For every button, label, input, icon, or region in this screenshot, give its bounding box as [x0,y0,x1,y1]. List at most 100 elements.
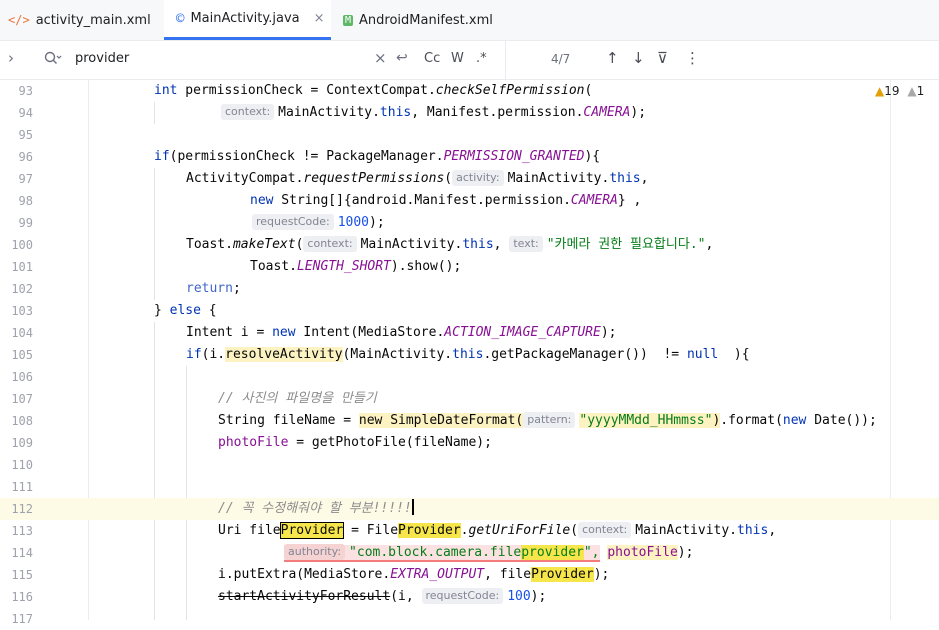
expand-replace-chevron-icon[interactable]: › [8,49,14,67]
code-line-103: 103 } else { [0,300,939,322]
search-input[interactable]: provider [75,51,129,66]
line-number: 100 [11,238,33,252]
line-number: 110 [11,458,33,472]
code-text: Intent i = new Intent(MediaStore.ACTION_… [186,325,617,340]
code-line-115: 115 i.putExtra(MediaStore.EXTRA_OUTPUT, … [0,564,939,586]
code-line-99: 99 requestCode: 1000); [0,212,939,234]
regex-toggle[interactable]: .* [476,51,487,66]
parameter-hint: requestCode: [421,588,504,604]
parameter-hint: authority: [284,544,346,560]
line-number: 111 [11,480,33,494]
tab-activity-main-xml[interactable]: </> activity_main.xml [8,0,151,40]
clear-search-icon[interactable]: × [374,49,387,67]
line-number: 114 [11,546,33,560]
search-icon[interactable] [44,51,62,69]
line-number: 113 [11,524,33,538]
parameter-hint: text: [509,236,543,252]
code-line-102: 102 return; [0,278,939,300]
next-occurrence-icon[interactable]: ↓ [632,49,645,67]
code-line-116: 116 startActivityForResult(i, requestCod… [0,586,939,608]
line-number: 105 [11,348,33,362]
parameter-hint: context: [578,522,632,538]
parameter-hint: pattern: [523,412,576,428]
xml-file-icon: </> [8,13,30,27]
code-comment: // 사진의 파일명을 만들기 [218,391,377,406]
code-line-95: 95 [0,124,939,146]
line-number: 93 [18,84,33,98]
code-text: context: MainActivity.this, Manifest.perm… [221,102,646,124]
code-text: int permissionCheck = ContextCompat.chec… [154,83,593,98]
code-line-100: 100 Toast.makeText(context: MainActivity.… [0,234,939,256]
line-number: 115 [11,568,33,582]
code-line-96: 96 if(permissionCheck != PackageManager.… [0,146,939,168]
search-match: provider [521,545,584,560]
editor-tab-bar: </> activity_main.xml © MainActivity.jav… [0,0,939,41]
code-line-110: 110 [0,454,939,476]
words-toggle[interactable]: W [451,51,464,66]
find-bar: › provider × ↩ Cc W .* 4/7 ↑ ↓ ⊽ ⋮ [0,41,939,80]
code-text: String fileName = new SimpleDateFormat(p… [218,412,877,428]
code-text: Uri fileProvider = FileProvider.getUriFo… [218,522,777,539]
java-class-icon: © [176,10,185,27]
search-match: Provider [531,567,594,582]
line-number: 107 [11,392,33,406]
line-number: 112 [11,502,33,516]
line-number: 106 [11,370,33,384]
code-text: return; [186,281,241,296]
code-text: } else { [154,303,217,318]
line-number: 97 [18,172,33,186]
line-number: 96 [18,150,33,164]
tab-label: activity_main.xml [35,12,151,28]
code-text: photoFile = getPhotoFile(fileName); [218,435,492,450]
tab-label: MainActivity.java [190,11,300,26]
line-number: 117 [11,612,33,626]
line-number: 95 [18,128,33,142]
manifest-file-icon: M [343,14,354,26]
tab-mainactivity-java[interactable]: © MainActivity.java × [164,0,331,40]
code-line-107: 107 // 사진의 파일명을 만들기 [0,388,939,410]
filter-icon[interactable]: ⊽ [657,49,668,67]
parameter-hint: activity: [452,170,504,186]
line-number: 109 [11,436,33,450]
text-caret [411,499,414,515]
more-options-icon[interactable]: ⋮ [685,49,700,67]
line-number: 108 [11,414,33,428]
line-number: 102 [11,282,33,296]
code-text: Toast.LENGTH_SHORT).show(); [250,259,462,274]
close-icon[interactable]: × [314,11,325,26]
tab-label: AndroidManifest.xml [359,12,493,28]
code-text: i.putExtra(MediaStore.EXTRA_OUTPUT, file… [218,567,610,582]
code-line-106: 106 [0,366,939,388]
code-line-104: 104 Intent i = new Intent(MediaStore.ACT… [0,322,939,344]
line-number: 104 [11,326,33,340]
code-line-109: 109 photoFile = getPhotoFile(fileName); [0,432,939,454]
code-text: new String[]{android.Manifest.permission… [250,193,642,208]
code-text: if(permissionCheck != PackageManager.PER… [154,149,601,164]
code-text: ActivityCompat.requestPermissions(activi… [186,170,649,186]
line-number: 94 [18,106,33,120]
code-line-97: 97 ActivityCompat.requestPermissions(act… [0,168,939,190]
previous-occurrence-icon[interactable]: ↑ [606,49,619,67]
code-line-105: 105 if(i.resolveActivity(MainActivity.th… [0,344,939,366]
code-line-112-current: 112 // 꼭 수정해줘야 할 부분!!!!! [0,498,939,520]
code-line-93: 93 int permissionCheck = ContextCompat.c… [0,80,939,102]
search-match-current: Provider [279,522,345,539]
code-line-114: 114 authority: "com.block.camera.fileprov… [0,542,939,564]
code-line-94: 94 context: MainActivity.this, Manifest.p… [0,102,939,124]
tab-androidmanifest-xml[interactable]: M AndroidManifest.xml [343,0,493,40]
line-number: 99 [18,216,33,230]
code-text: if(i.resolveActivity(MainActivity.this.g… [186,347,750,362]
line-number: 98 [18,194,33,208]
match-case-toggle[interactable]: Cc [424,51,440,66]
parameter-hint: context: [221,104,275,120]
code-line-117: 117 [0,608,939,630]
code-text: startActivityForResult(i, requestCode: 10… [218,588,547,604]
line-number: 103 [11,304,33,318]
code-line-101: 101 Toast.LENGTH_SHORT).show(); [0,256,939,278]
code-line-111: 111 [0,476,939,498]
divider [505,41,506,79]
code-line-108: 108 String fileName = new SimpleDateForm… [0,410,939,432]
code-text: Toast.makeText(context: MainActivity.this… [186,236,714,252]
code-text: requestCode: 1000); [252,212,385,234]
new-line-icon[interactable]: ↩ [396,50,408,66]
